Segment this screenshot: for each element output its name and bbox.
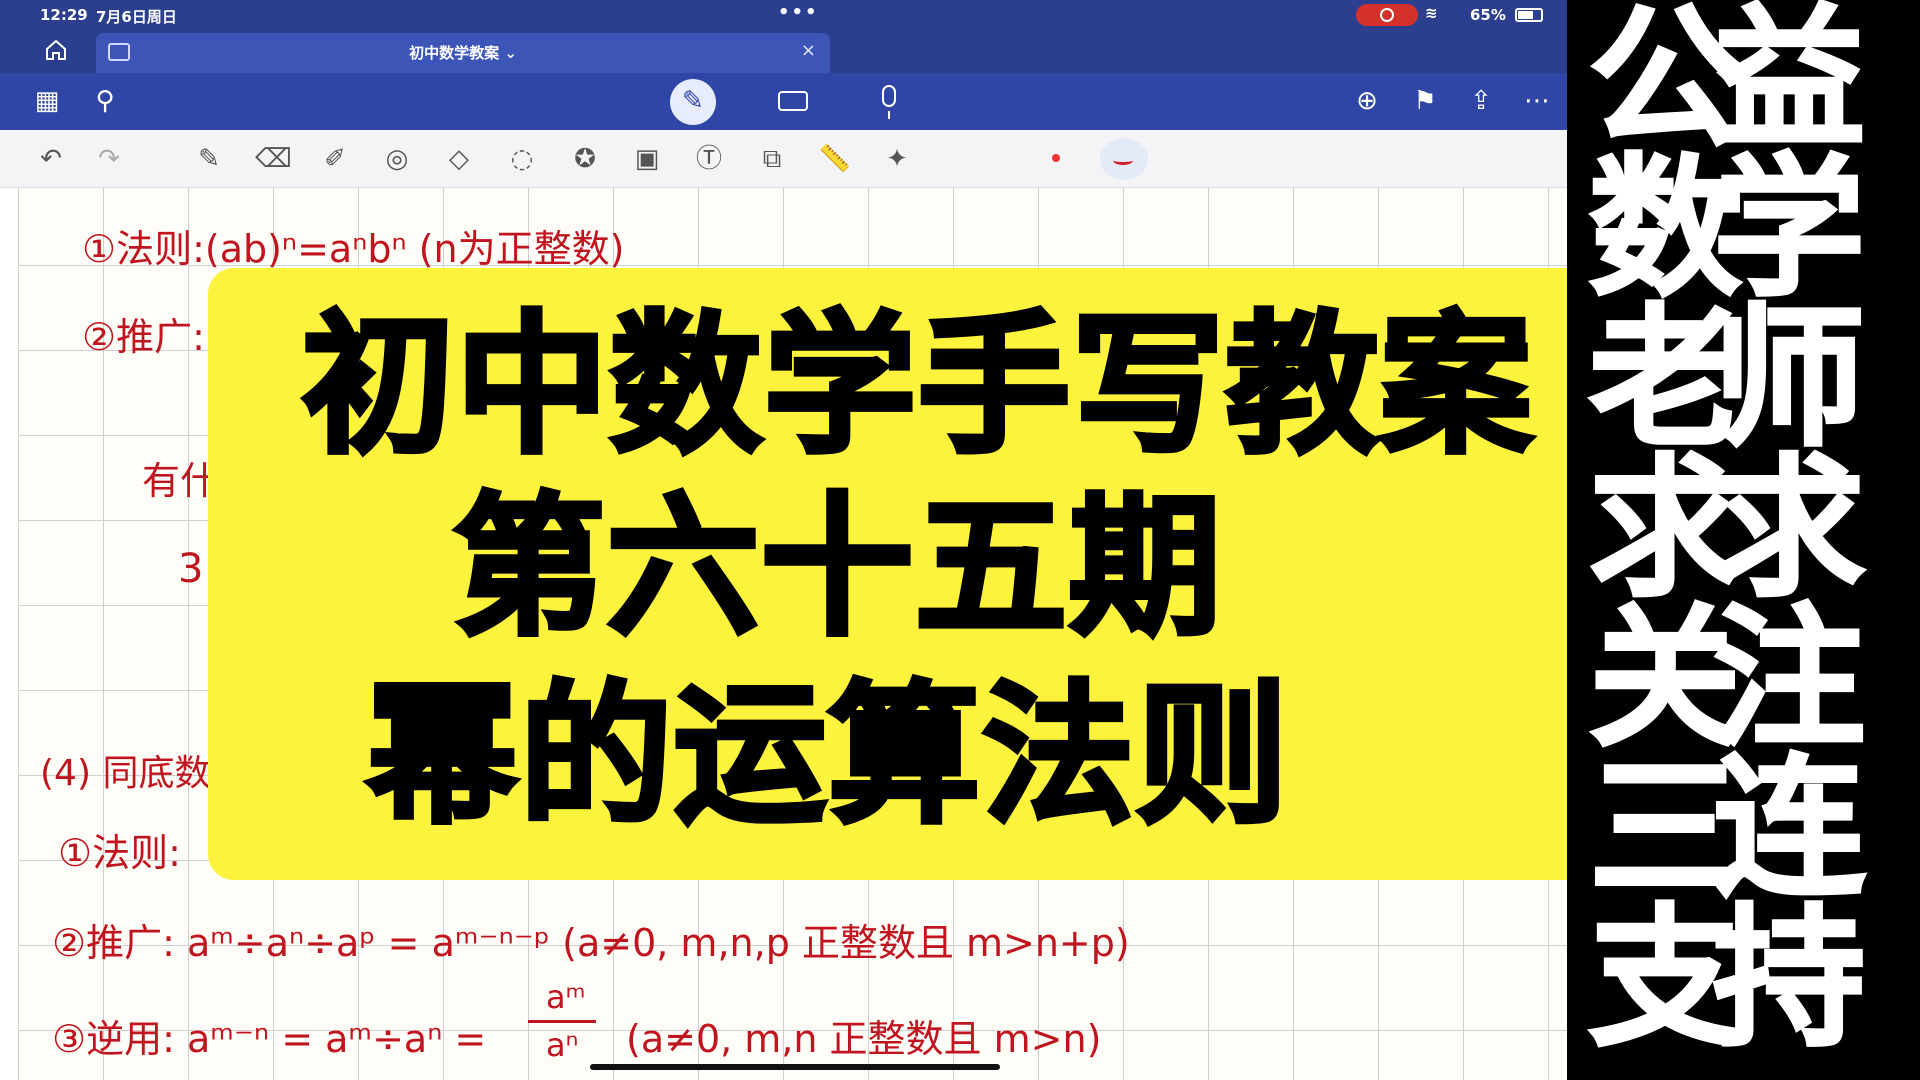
pen-toolbar: ↶ ↷ ✎ ⌫ ✐ ◎ ◇ ◌ ✪ ▣ Ⓣ ⧉ 📏 ✦ xyxy=(0,130,1567,188)
note-rule-line: ①法则:(ab)ⁿ=aⁿbⁿ (n为正整数) xyxy=(82,227,625,271)
home-indicator[interactable] xyxy=(590,1064,1000,1070)
main-toolbar: ▦ ⚲ ⊕ ⚑ ⇪ ⋯ xyxy=(0,73,1567,130)
keyboard-icon[interactable] xyxy=(778,91,808,111)
note-converse-condition: (a≠0, m,n 正整数且 m>n) xyxy=(626,1017,1102,1061)
tab-bar: 初中数学教案 ⌄ × xyxy=(0,29,1567,73)
active-color-swatch[interactable] xyxy=(1100,138,1148,180)
close-icon[interactable]: × xyxy=(801,40,816,61)
shapes-icon[interactable]: ◇ xyxy=(442,142,476,176)
redo-icon[interactable]: ↷ xyxy=(92,142,126,176)
add-page-icon[interactable]: ⊕ xyxy=(1352,87,1382,115)
highlighter-icon[interactable]: ✐ xyxy=(318,142,352,176)
lasso-search-icon[interactable]: ◎ xyxy=(380,142,414,176)
promo-column: 公益 数学 老师 求求 关注 三连 支持 xyxy=(1567,0,1920,1080)
home-icon[interactable] xyxy=(44,39,68,61)
eraser-icon[interactable]: ⌫ xyxy=(255,142,292,176)
grid-view-icon[interactable]: ▦ xyxy=(32,87,62,115)
lasso-icon[interactable]: ◌ xyxy=(505,142,539,176)
bookmark-icon[interactable]: ⚑ xyxy=(1410,87,1440,115)
status-bar: 12:29 7月6日周日 ••• ≋ 65% xyxy=(0,0,1567,29)
more-icon[interactable]: ⋯ xyxy=(1522,87,1552,115)
pen-icon[interactable]: ✎ xyxy=(192,142,226,176)
title-line-1: 初中数学手写教案 xyxy=(300,295,1535,477)
title-line-2: 第六十五期 xyxy=(451,477,1224,659)
ruler-icon[interactable]: 📏 xyxy=(818,142,852,176)
battery-percent: 65% xyxy=(1470,6,1506,24)
note-infer2-line: ②推广: aᵐ÷aⁿ÷aᵖ = aᵐ⁻ⁿ⁻ᵖ (a≠0, m,n,p 正整数且 … xyxy=(52,921,1130,965)
promo-line-3: 老师 xyxy=(1588,290,1867,467)
search-icon[interactable]: ⚲ xyxy=(90,87,120,115)
screen-record-icon[interactable] xyxy=(1356,4,1418,26)
promo-line-1: 公益 xyxy=(1588,0,1867,167)
wifi-icon: ≋ xyxy=(1425,4,1438,22)
handwriting-mode-icon[interactable] xyxy=(670,79,716,125)
note-fraction-denominator: aⁿ xyxy=(546,1026,579,1064)
note-fraction-bar xyxy=(528,1020,596,1023)
undo-icon[interactable]: ↶ xyxy=(34,142,68,176)
note-converse-lhs: ③逆用: aᵐ⁻ⁿ = aᵐ÷aⁿ = xyxy=(52,1017,487,1061)
laser-pointer-icon[interactable]: ✦ xyxy=(880,142,914,176)
microphone-icon[interactable] xyxy=(882,85,896,119)
battery-icon xyxy=(1515,8,1543,22)
status-date: 7月6日周日 xyxy=(96,8,177,26)
status-time: 12:29 xyxy=(40,6,88,24)
color-dot-small[interactable] xyxy=(1052,154,1060,162)
title-card: 初中数学手写教案 第六十五期 幂的运算法则 xyxy=(208,268,1628,880)
promo-line-5: 关注 xyxy=(1588,590,1867,767)
multitask-dots-icon[interactable]: ••• xyxy=(778,2,819,23)
sticker-icon[interactable]: ✪ xyxy=(568,142,602,176)
promo-line-2: 数学 xyxy=(1588,140,1867,317)
tab-notebook[interactable]: 初中数学教案 ⌄ × xyxy=(96,33,830,73)
promo-line-6: 三连 xyxy=(1588,740,1867,917)
note-infer-line: ②推广: xyxy=(82,315,205,359)
note-fraction-numerator: aᵐ xyxy=(546,978,586,1016)
share-icon[interactable]: ⇪ xyxy=(1466,87,1496,115)
image-icon[interactable]: ▣ xyxy=(630,142,664,176)
image-search-icon[interactable]: ⧉ xyxy=(755,142,789,176)
tab-title[interactable]: 初中数学教案 ⌄ xyxy=(96,42,830,63)
title-line-3: 幂的运算法则 xyxy=(364,665,1291,847)
text-box-icon[interactable]: Ⓣ xyxy=(692,142,726,176)
promo-line-4: 求求 xyxy=(1588,440,1867,617)
promo-line-7: 支持 xyxy=(1588,890,1867,1067)
